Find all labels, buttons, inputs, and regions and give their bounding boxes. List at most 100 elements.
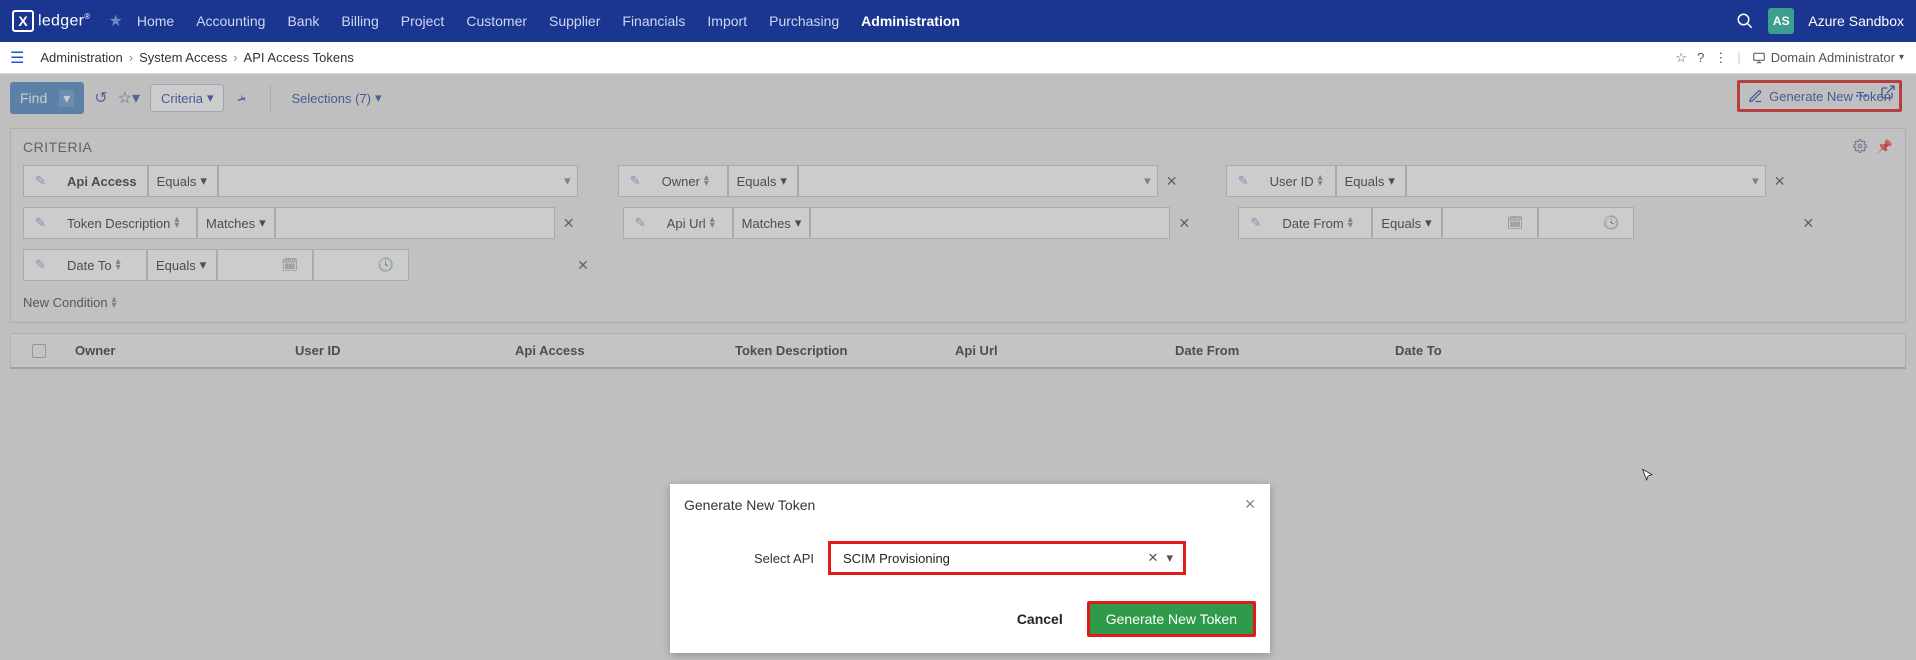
date-to-input[interactable]: 🕓 [313,249,409,281]
criteria-row-owner: ✎ Owner▴▾ Equals▾ ▾ ✕ [618,165,1186,197]
nav-billing[interactable]: Billing [341,13,378,29]
col-date-from[interactable]: Date From [1167,343,1387,358]
gear-icon[interactable] [1853,139,1867,155]
pin-icon[interactable] [234,91,260,105]
edit-icon [1748,89,1763,104]
nav-project[interactable]: Project [401,13,445,29]
edit-icon[interactable]: ✎ [23,165,57,197]
chevron-down-icon[interactable]: ▾ [59,90,74,107]
edit-icon[interactable]: ✎ [23,249,57,281]
close-icon[interactable]: ✕ [1244,496,1256,513]
clear-icon[interactable]: ✕ [555,215,583,232]
cancel-button[interactable]: Cancel [1011,610,1069,628]
clear-icon[interactable]: ✕ [1158,173,1186,190]
breadcrumb-item[interactable]: Administration [40,50,122,65]
col-api-access[interactable]: Api Access [507,343,727,358]
edit-icon[interactable]: ✎ [1226,165,1260,197]
col-token-description[interactable]: Token Description [727,343,947,358]
col-api-url[interactable]: Api Url [947,343,1167,358]
value-input[interactable]: ▾ [1406,165,1766,197]
select-api-input[interactable] [841,550,1144,567]
operator-select[interactable]: Equals▾ [1336,165,1406,197]
external-link-icon[interactable] [1880,84,1896,100]
field-name[interactable]: Api Access [57,165,148,197]
value-input[interactable]: ▾ [218,165,578,197]
nav-administration[interactable]: Administration [861,13,960,29]
find-button[interactable]: Find ▾ [10,82,84,114]
field-name[interactable]: Date From▴▾ [1272,207,1372,239]
operator-select[interactable]: Equals▾ [1372,207,1442,239]
clear-icon[interactable]: ✕ [1794,215,1822,232]
nav-bank[interactable]: Bank [287,13,319,29]
criteria-panel: CRITERIA 📌 ✎ Api Access Equals▾ ▾ ✎ Owne… [10,128,1906,323]
kebab-icon[interactable]: ⋮ [1714,50,1727,66]
profile-name[interactable]: Azure Sandbox [1808,13,1904,29]
col-user-id[interactable]: User ID [287,343,507,358]
clear-icon[interactable]: ✕ [1170,215,1198,232]
edit-icon[interactable]: ✎ [623,207,657,239]
nav-financials[interactable]: Financials [622,13,685,29]
generate-token-button[interactable]: Generate New Token [1087,601,1256,637]
generate-new-token-button[interactable]: Generate New Token [1737,80,1902,112]
menu-icon[interactable]: ☰ [10,48,24,68]
selections-button[interactable]: Selections (7) ▾ [281,84,391,112]
breadcrumb-item[interactable]: System Access [139,50,227,65]
edit-icon[interactable]: ✎ [1238,207,1272,239]
help-icon[interactable]: ? [1697,50,1704,65]
date-from-input[interactable]: 🗓 [217,249,313,281]
nav-customer[interactable]: Customer [466,13,527,29]
field-name[interactable]: Date To▴▾ [57,249,147,281]
field-name[interactable]: Api Url▴▾ [657,207,733,239]
pin-icon[interactable]: 📌 [1877,139,1893,155]
clock-icon: 🕓 [1595,215,1627,231]
value-input[interactable] [810,207,1170,239]
star-outline-icon[interactable]: ☆ [1675,50,1687,66]
clear-icon[interactable]: ✕ [569,257,597,274]
operator-select[interactable]: Equals▾ [148,165,218,197]
operator-select[interactable]: Equals▾ [728,165,798,197]
favorite-star-icon[interactable]: ★ [108,11,122,31]
chevron-down-icon: ▾ [375,90,382,106]
modal-title: Generate New Token [684,497,815,513]
role-selector[interactable]: Domain Administrator ▾ [1751,50,1904,65]
criteria-button[interactable]: Criteria ▾ [150,84,224,112]
breadcrumb-item[interactable]: API Access Tokens [244,50,354,65]
operator-select[interactable]: Matches▾ [733,207,811,239]
avatar[interactable]: AS [1768,8,1794,34]
nav-accounting[interactable]: Accounting [196,13,265,29]
operator-select[interactable]: Equals▾ [147,249,217,281]
nav-home[interactable]: Home [137,13,174,29]
find-label: Find [20,90,47,106]
value-input[interactable]: ▾ [798,165,1158,197]
date-to-input[interactable]: 🕓 [1538,207,1634,239]
search-icon[interactable] [1736,12,1754,30]
col-owner[interactable]: Owner [67,343,287,358]
sort-icon: ▴▾ [710,217,715,229]
top-nav: X ledger® ★ Home Accounting Bank Billing… [0,0,1916,42]
edit-icon[interactable]: ✎ [618,165,652,197]
nav-purchasing[interactable]: Purchasing [769,13,839,29]
chevron-down-icon: ▾ [1144,173,1151,189]
star-dropdown-icon[interactable]: ☆▾ [118,88,140,108]
field-name[interactable]: Owner▴▾ [652,165,728,197]
nav-supplier[interactable]: Supplier [549,13,600,29]
history-icon[interactable]: ↺ [94,88,107,108]
logo-mark: X [12,10,34,32]
clear-icon[interactable]: ✕ [1766,173,1794,190]
clear-icon[interactable]: ✕ [1144,550,1163,566]
col-date-to[interactable]: Date To [1387,343,1905,358]
field-name[interactable]: User ID▴▾ [1260,165,1336,197]
nav-import[interactable]: Import [707,13,747,29]
new-condition-button[interactable]: New Condition ▴▾ [23,295,1893,310]
chevron-down-icon: ▾ [207,90,214,106]
select-all-checkbox[interactable] [11,344,67,358]
chevron-down-icon[interactable]: ▾ [1162,550,1177,566]
criteria-title: CRITERIA [23,139,92,155]
edit-icon[interactable]: ✎ [23,207,57,239]
value-input[interactable] [275,207,555,239]
operator-select[interactable]: Matches▾ [197,207,275,239]
field-name[interactable]: Token Description▴▾ [57,207,197,239]
chevron-down-icon: ▾ [1899,52,1904,63]
select-api-dropdown[interactable]: ✕ ▾ [828,541,1186,575]
date-from-input[interactable]: 🗓 [1442,207,1538,239]
